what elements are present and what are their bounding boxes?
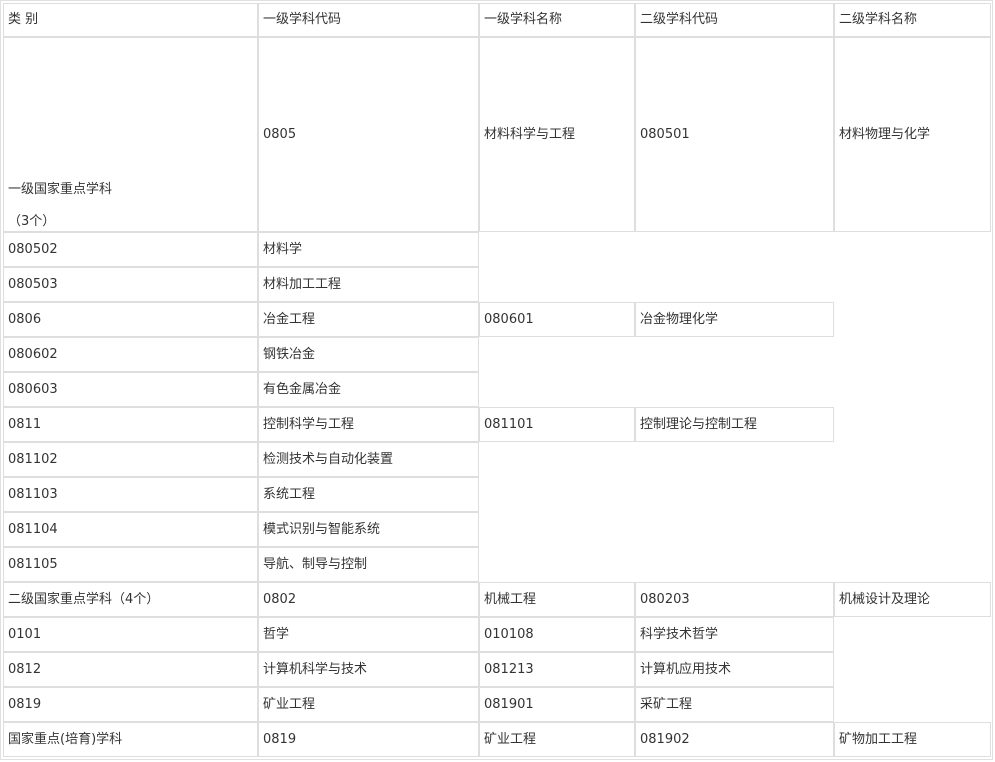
table-row-5-col2: 控制科学与工程 <box>258 407 479 442</box>
table-row-14-col3: 矿业工程 <box>479 722 635 757</box>
table-row-3-col2: 钢铁冶金 <box>258 337 479 372</box>
table-row-10-col2: 0802 <box>258 582 479 617</box>
header-level2-code: 二级学科代码 <box>635 3 834 37</box>
table-row-13-col1: 0819 <box>3 687 258 722</box>
table-row-10-col4: 080203 <box>635 582 834 617</box>
table-row-5-col1: 0811 <box>3 407 258 442</box>
table-row-12-col3: 081213 <box>479 652 635 687</box>
table-row-5-col3: 081101 <box>479 407 635 442</box>
table-row-7-col1: 081103 <box>3 477 258 512</box>
header-level1-code: 一级学科代码 <box>258 3 479 37</box>
first-block-name1: 材料科学与工程 <box>479 37 635 232</box>
table-row-11-col3: 010108 <box>479 617 635 652</box>
table-row-4-col2: 有色金属冶金 <box>258 372 479 407</box>
table-row-8-col1: 081104 <box>3 512 258 547</box>
table-row-13-col3: 081901 <box>479 687 635 722</box>
table-row-10-col1: 二级国家重点学科（4个） <box>3 582 258 617</box>
table-row-11-col1: 0101 <box>3 617 258 652</box>
table-row-14-col1: 国家重点(培育)学科 <box>3 722 258 757</box>
table-row-10-col5: 机械设计及理论 <box>834 582 991 617</box>
table-row-9-col1: 081105 <box>3 547 258 582</box>
table-row-2-col4: 冶金物理化学 <box>635 302 834 337</box>
table-row-4-col1: 080603 <box>3 372 258 407</box>
header-level2-name: 二级学科名称 <box>834 3 991 37</box>
table-row-1-col2: 材料加工工程 <box>258 267 479 302</box>
table-row-2-col3: 080601 <box>479 302 635 337</box>
table-row-12-col4: 计算机应用技术 <box>635 652 834 687</box>
table-row-10-col3: 机械工程 <box>479 582 635 617</box>
table-row-12-col1: 0812 <box>3 652 258 687</box>
table-row-9-col2: 导航、制导与控制 <box>258 547 479 582</box>
table-row-12-col2: 计算机科学与技术 <box>258 652 479 687</box>
table-row-5-col4: 控制理论与控制工程 <box>635 407 834 442</box>
discipline-table: 类 别 一级学科代码 一级学科名称 二级学科代码 二级学科名称 一级国家重点学科… <box>0 0 993 760</box>
table-row-2-col2: 冶金工程 <box>258 302 479 337</box>
category-line1: 一级国家重点学科 <box>8 182 113 197</box>
table-row-1-col1: 080503 <box>3 267 258 302</box>
header-category: 类 别 <box>3 3 258 37</box>
table-row-13-col4: 采矿工程 <box>635 687 834 722</box>
category-line2: （3个） <box>8 214 56 229</box>
table-row-0-col2: 材料学 <box>258 232 479 267</box>
table-row-13-col2: 矿业工程 <box>258 687 479 722</box>
category-level1-national: 一级国家重点学科 （3个） <box>3 37 258 232</box>
table-row-2-col1: 0806 <box>3 302 258 337</box>
table-row-6-col2: 检测技术与自动化装置 <box>258 442 479 477</box>
table-row-3-col1: 080602 <box>3 337 258 372</box>
table-row-0-col1: 080502 <box>3 232 258 267</box>
table-row-14-col4: 081902 <box>635 722 834 757</box>
first-block-code2: 080501 <box>635 37 834 232</box>
header-level1-name: 一级学科名称 <box>479 3 635 37</box>
table-row-6-col1: 081102 <box>3 442 258 477</box>
first-block-code1: 0805 <box>258 37 479 232</box>
table-row-7-col2: 系统工程 <box>258 477 479 512</box>
table-row-14-col2: 0819 <box>258 722 479 757</box>
table-row-8-col2: 模式识别与智能系统 <box>258 512 479 547</box>
table-row-11-col2: 哲学 <box>258 617 479 652</box>
table-row-14-col5: 矿物加工工程 <box>834 722 991 757</box>
table-row-11-col4: 科学技术哲学 <box>635 617 834 652</box>
first-block-name2: 材料物理与化学 <box>834 37 991 232</box>
